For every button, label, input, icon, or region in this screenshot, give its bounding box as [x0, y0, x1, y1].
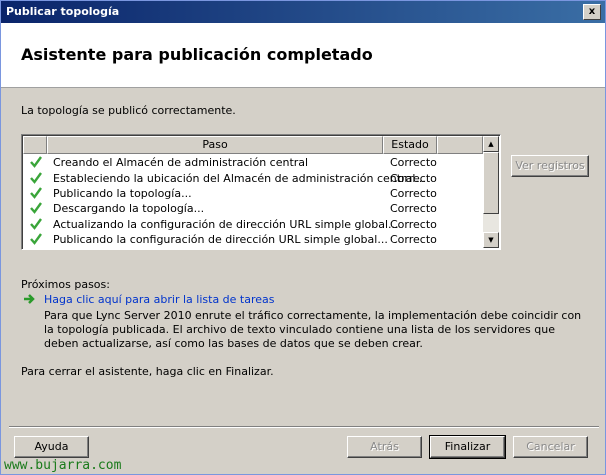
close-icon: x	[588, 6, 596, 17]
next-steps-label: Próximos pasos:	[21, 278, 110, 291]
cancel-button[interactable]: Cancelar	[513, 436, 588, 458]
table-row[interactable]: Actualizando la configuración de direcci…	[23, 217, 483, 232]
table-row[interactable]: Creando el Almacén de administración cen…	[23, 155, 483, 170]
check-icon	[30, 187, 42, 199]
arrow-right-icon	[24, 294, 35, 304]
steps-table[interactable]: Paso Estado Creando el Almacén de admini…	[21, 134, 501, 250]
step-name: Actualizando la configuración de direcci…	[53, 218, 399, 231]
step-status: Correcto	[390, 156, 437, 169]
scroll-up-button[interactable]: ▲	[483, 136, 499, 152]
step-name: Publicando la configuración de dirección…	[53, 233, 388, 246]
table-header: Paso Estado	[23, 136, 483, 154]
table-scrollbar[interactable]: ▲ ▼	[483, 136, 499, 248]
column-header-blank	[437, 136, 483, 154]
wizard-window: Publicar topología x Asistente para publ…	[0, 0, 606, 475]
back-button[interactable]: Atrás	[347, 436, 422, 458]
table-row[interactable]: Descargando la topología... Correcto	[23, 201, 483, 216]
watermark: www.bujarra.com	[4, 458, 122, 473]
table-row[interactable]: Estableciendo la ubicación del Almacén d…	[23, 171, 483, 186]
next-steps-description: Para que Lync Server 2010 enrute el tráf…	[44, 309, 582, 350]
step-name: Creando el Almacén de administración cen…	[53, 156, 309, 169]
table-row[interactable]: Publicando la topología... Correcto	[23, 186, 483, 201]
scroll-down-button[interactable]: ▼	[483, 232, 499, 248]
page-title: Asistente para publicación completado	[21, 45, 373, 64]
check-icon	[30, 218, 42, 230]
step-name: Publicando la topología...	[53, 187, 192, 200]
check-icon	[30, 202, 42, 214]
title-bar[interactable]: Publicar topología x	[1, 1, 605, 23]
step-name: Estableciendo la ubicación del Almacén d…	[53, 172, 426, 185]
step-name: Descargando la topología...	[53, 202, 205, 215]
step-status: Correcto	[390, 233, 437, 246]
scroll-thumb[interactable]	[483, 152, 499, 214]
check-icon	[30, 172, 42, 184]
footer-divider	[9, 426, 599, 428]
finish-instruction: Para cerrar el asistente, haga clic en F…	[21, 365, 274, 378]
finish-button[interactable]: Finalizar	[429, 435, 506, 459]
step-status: Correcto	[390, 218, 437, 231]
status-message: La topología se publicó correctamente.	[21, 104, 236, 117]
check-icon	[30, 233, 42, 245]
close-button[interactable]: x	[583, 4, 601, 20]
task-list-link[interactable]: Haga clic aquí para abrir la lista de ta…	[44, 293, 275, 306]
arrow-down-icon: ▼	[488, 236, 494, 244]
column-header-estado[interactable]: Estado	[383, 136, 437, 154]
wizard-header: Asistente para publicación completado	[1, 23, 605, 88]
step-status: Correcto	[390, 187, 437, 200]
table-row[interactable]: Publicando la configuración de dirección…	[23, 232, 483, 247]
help-button[interactable]: Ayuda	[14, 436, 89, 458]
column-header-icon	[23, 136, 47, 154]
step-status: Correcto	[390, 172, 437, 185]
step-status: Correcto	[390, 202, 437, 215]
check-icon	[30, 156, 42, 168]
view-logs-button[interactable]: Ver registros	[511, 155, 589, 177]
arrow-up-icon: ▲	[488, 140, 494, 148]
column-header-paso[interactable]: Paso	[47, 136, 383, 154]
window-title: Publicar topología	[6, 5, 120, 18]
